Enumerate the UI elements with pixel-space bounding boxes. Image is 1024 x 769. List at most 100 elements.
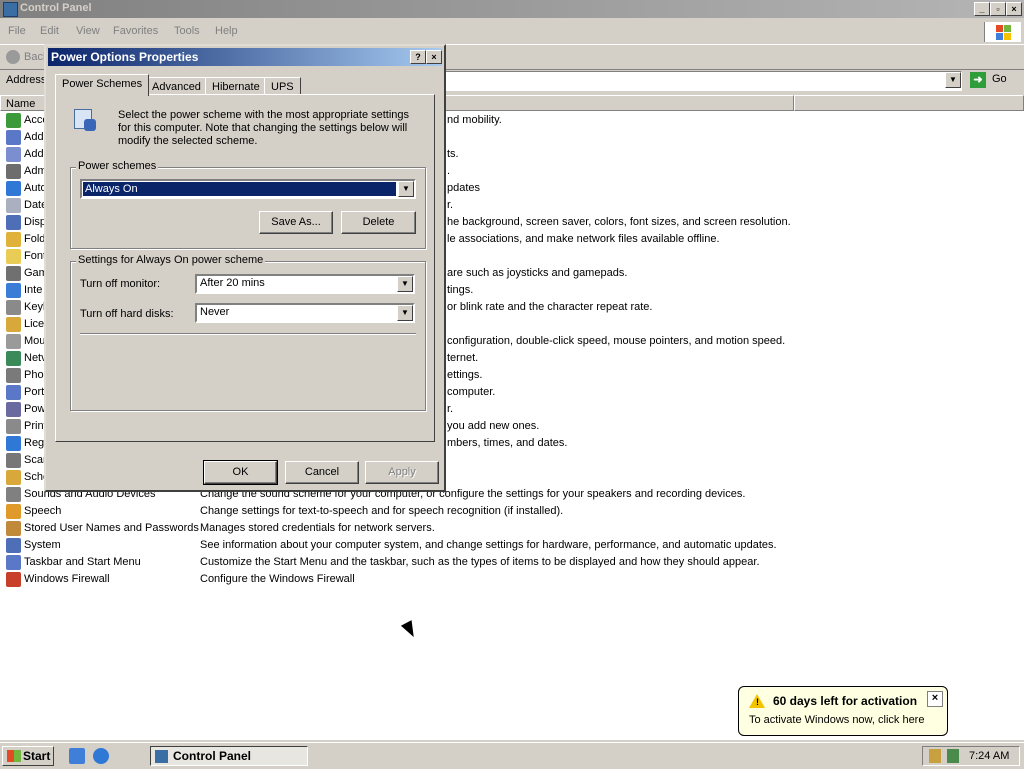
minimize-button[interactable]: _ (974, 2, 990, 16)
monitor-dropdown-icon[interactable]: ▼ (397, 276, 413, 292)
item-name: Font (24, 250, 47, 262)
monitor-select[interactable]: After 20 mins ▼ (195, 274, 415, 294)
item-description: ettings. (447, 369, 483, 381)
activation-balloon[interactable]: ! 60 days left for activation To activat… (738, 686, 948, 736)
cancel-button[interactable]: Cancel (285, 461, 359, 484)
item-description: Customize the Start Menu and the taskbar… (200, 556, 760, 568)
menu-view[interactable]: View (76, 25, 100, 37)
help-button[interactable]: ? (410, 50, 426, 64)
network-tray-icon[interactable] (947, 749, 959, 763)
item-description: pdates (447, 182, 481, 194)
scheme-select[interactable]: Always On ▼ (80, 179, 416, 199)
item-description: r. (447, 199, 454, 211)
item-description: or blink rate and the character repeat r… (447, 301, 653, 313)
tab-ups[interactable]: UPS (264, 77, 301, 95)
window-title: Control Panel (20, 2, 92, 14)
scheme-value: Always On (82, 181, 397, 197)
item-name: Stored User Names and Passwords (24, 522, 199, 534)
ok-button[interactable]: OK (203, 460, 278, 485)
item-icon (6, 521, 21, 536)
activation-tray-icon[interactable] (929, 749, 941, 763)
item-description: See information about your computer syst… (200, 539, 777, 551)
item-icon (6, 181, 21, 196)
start-button[interactable]: Start (2, 746, 54, 766)
list-item[interactable]: System See information about your compute… (0, 537, 1024, 554)
dialog-title-bar: Power Options Properties ? × (48, 48, 442, 66)
item-icon (6, 300, 21, 315)
scheme-dropdown-icon[interactable]: ▼ (398, 181, 414, 197)
disks-dropdown-icon[interactable]: ▼ (397, 305, 413, 321)
item-icon (6, 164, 21, 179)
item-name: System (24, 539, 61, 551)
item-icon (6, 232, 21, 247)
item-name: Taskbar and Start Menu (24, 556, 141, 568)
menu-bar: File Edit View Favorites Tools Help (0, 22, 1024, 42)
go-button[interactable]: ➜ Go (970, 71, 1014, 89)
item-name: Port (24, 386, 45, 398)
taskbar-control-panel[interactable]: Control Panel (150, 746, 308, 766)
address-input[interactable]: ▼ (445, 71, 962, 91)
list-item[interactable]: Speech Change settings for text-to-speech… (0, 503, 1024, 520)
menu-file[interactable]: File (8, 25, 26, 37)
clock[interactable]: 7:24 AM (969, 750, 1009, 762)
item-name: Speech (24, 505, 62, 517)
apply-button[interactable]: Apply (365, 461, 439, 484)
dialog-close-button[interactable]: × (426, 50, 442, 64)
settings-divider (80, 333, 416, 335)
column-header-extra[interactable] (794, 95, 1024, 111)
save-as-button[interactable]: Save As... (259, 211, 333, 234)
item-icon (6, 198, 21, 213)
control-panel-icon (3, 2, 18, 17)
item-icon (6, 334, 21, 349)
item-name: Add (24, 148, 44, 160)
windows-flag-icon (984, 22, 1021, 42)
item-icon (6, 385, 21, 400)
item-icon (6, 555, 21, 570)
item-description: ts. (447, 148, 459, 160)
balloon-body[interactable]: To activate Windows now, click here (749, 714, 924, 726)
internet-explorer-icon[interactable] (93, 748, 109, 764)
item-description: Manages stored credentials for network s… (200, 522, 435, 534)
menu-edit[interactable]: Edit (40, 25, 59, 37)
item-description: tings. (447, 284, 474, 296)
tab-label: Advanced (152, 81, 201, 93)
disks-value: Never (200, 306, 230, 318)
tab-label: Power Schemes (62, 78, 143, 90)
disks-select[interactable]: Never ▼ (195, 303, 415, 323)
go-arrow-icon: ➜ (970, 72, 986, 88)
tab-hibernate[interactable]: Hibernate (205, 77, 267, 95)
item-description: nd mobility. (447, 114, 502, 126)
show-desktop-icon[interactable] (69, 748, 85, 764)
power-schemes-panel: Select the power scheme with the most ap… (55, 94, 435, 442)
list-item[interactable]: Windows Firewall Configure the Windows Fi… (0, 571, 1024, 588)
list-item[interactable]: Stored User Names and Passwords Manages s… (0, 520, 1024, 537)
address-dropdown-icon[interactable]: ▼ (945, 72, 961, 88)
tab-label: Hibernate (212, 81, 260, 93)
balloon-title: 60 days left for activation (773, 694, 918, 708)
disks-label: Turn off hard disks: (80, 308, 174, 320)
item-description: le associations, and make network files … (447, 233, 720, 245)
system-tray: 7:24 AM (922, 746, 1020, 766)
maximize-button[interactable]: ▫ (990, 2, 1006, 16)
item-name: Pow (24, 403, 46, 415)
monitor-label: Turn off monitor: (80, 278, 161, 290)
settings-label: Settings for Always On power scheme (76, 254, 266, 266)
dialog-title: Power Options Properties (51, 50, 199, 64)
menu-favorites[interactable]: Favorites (113, 25, 158, 37)
menu-tools[interactable]: Tools (174, 25, 200, 37)
task-label: Control Panel (173, 749, 252, 763)
item-icon (6, 504, 21, 519)
go-label: Go (992, 73, 1007, 85)
power-options-dialog: Power Options Properties ? × Power Schem… (44, 44, 446, 492)
close-button[interactable]: × (1006, 2, 1022, 16)
tab-power-schemes[interactable]: Power Schemes (55, 74, 150, 96)
list-item[interactable]: Taskbar and Start Menu Customize the Star… (0, 554, 1024, 571)
item-description: ternet. (447, 352, 479, 364)
item-icon (6, 470, 21, 485)
item-description: you add new ones. (447, 420, 540, 432)
tab-advanced[interactable]: Advanced (145, 77, 208, 95)
menu-help[interactable]: Help (215, 25, 238, 37)
balloon-close-icon[interactable]: × (927, 691, 943, 707)
delete-button[interactable]: Delete (341, 211, 416, 234)
item-description: configuration, double-click speed, mouse… (447, 335, 786, 347)
